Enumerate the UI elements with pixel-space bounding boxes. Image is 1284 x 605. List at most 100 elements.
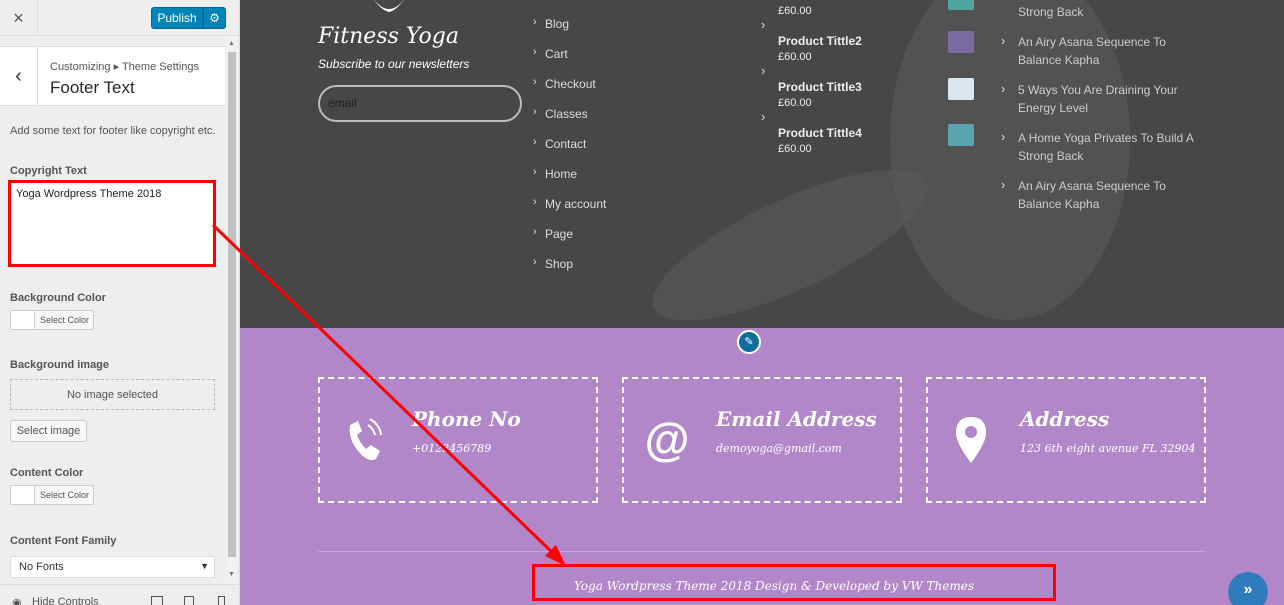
post-title[interactable]: An Airy Asana Sequence To Balance Kapha — [1018, 33, 1208, 69]
contact-title: Address — [1020, 407, 1110, 431]
contact-value: 123 6th eight avenue FL 32904 — [1020, 442, 1196, 455]
footer-menu-item[interactable]: › Blog — [533, 16, 569, 31]
chevron-right-icon: › — [1001, 129, 1006, 144]
phone-icon — [349, 418, 382, 460]
at-icon: @ — [644, 413, 690, 465]
chevron-right-icon: › — [533, 106, 537, 118]
footer-menu-item[interactable]: › Home — [533, 166, 577, 181]
post-thumbnail[interactable] — [948, 124, 974, 146]
chevron-right-icon: › — [533, 196, 537, 208]
chevron-right-icon: › — [1001, 33, 1006, 48]
contact-title: Email Address — [716, 407, 877, 431]
map-pin-icon — [956, 417, 986, 463]
collapse-icon[interactable]: ◉ — [12, 596, 22, 605]
section-description: Add some text for footer like copyright … — [10, 125, 216, 137]
newsletter-text: Subscribe to our newsletters — [318, 57, 470, 71]
content-font-select[interactable]: No Fonts ▼ — [10, 556, 215, 578]
scroll-down-icon[interactable]: ▼ — [228, 571, 235, 578]
post-thumbnail[interactable] — [948, 78, 974, 100]
footer-copyright-text: Yoga Wordpress Theme 2018 Design & Devel… — [574, 579, 974, 593]
chevron-right-icon: › — [1001, 81, 1006, 96]
contact-value: demoyoga@gmail.com — [716, 442, 842, 455]
chevron-right-icon: › — [533, 46, 537, 58]
mobile-icon[interactable] — [218, 596, 225, 605]
copyright-textarea[interactable]: Yoga Wordpress Theme 2018 — [10, 182, 214, 266]
chevron-right-icon[interactable]: › — [761, 17, 765, 32]
post-title[interactable]: 5 Ways You Are Draining Your Energy Leve… — [1018, 81, 1208, 117]
post-title[interactable]: A Home Yoga Privates To Build A Strong B… — [1018, 129, 1208, 165]
divider — [318, 551, 1206, 552]
content-color-picker[interactable]: Select Color — [10, 485, 94, 505]
footer-menu-item[interactable]: › Contact — [533, 136, 586, 151]
chevron-right-icon[interactable]: › — [761, 109, 765, 124]
chevron-right-icon: › — [533, 226, 537, 238]
chevron-right-icon: › — [533, 166, 537, 178]
chevron-right-icon[interactable]: › — [761, 63, 765, 78]
lotus-logo-icon — [374, 0, 404, 12]
breadcrumb: Customizing ▸ Theme Settings — [50, 61, 199, 73]
publish-button[interactable]: Publish — [151, 7, 203, 29]
footer-menu-item[interactable]: › Page — [533, 226, 573, 241]
product-name[interactable]: Product Tittle2 — [778, 34, 862, 48]
close-icon[interactable]: × — [0, 0, 38, 36]
post-title[interactable]: Strong Back — [1018, 3, 1208, 21]
chevron-down-icon: ▼ — [200, 561, 209, 571]
customizer-footer: ◉ Hide Controls — [0, 584, 239, 605]
product-price: £60.00 — [778, 51, 812, 63]
post-thumbnail[interactable] — [948, 0, 974, 10]
product-name[interactable]: Product Tittle3 — [778, 80, 862, 94]
select-color-text: Select Color — [40, 315, 90, 325]
hide-controls-button[interactable]: Hide Controls — [32, 596, 99, 605]
copyright-label: Copyright Text — [10, 165, 87, 177]
select-color-text: Select Color — [40, 490, 90, 500]
brand-name: Fitness Yoga — [318, 24, 459, 49]
background-color-label: Background Color — [10, 292, 106, 304]
select-image-button[interactable]: Select image — [10, 420, 87, 442]
scroll-up-icon[interactable]: ▲ — [228, 40, 235, 47]
post-thumbnail[interactable] — [948, 31, 974, 53]
gear-icon[interactable]: ⚙ — [203, 7, 226, 29]
contact-title: Phone No — [412, 407, 521, 431]
chevron-right-icon: › — [533, 136, 537, 148]
edit-pencil-icon[interactable]: ✎ — [737, 330, 761, 354]
chevron-right-icon: › — [533, 256, 537, 268]
footer-menu-item[interactable]: › Cart — [533, 46, 568, 61]
font-select-value: No Fonts — [19, 561, 64, 573]
contact-footer: ✎ Phone No +0123456789 @ Email Address d… — [240, 328, 1284, 605]
footer-widgets: Fitness Yoga Subscribe to our newsletter… — [240, 0, 1284, 328]
background-photo — [635, 140, 945, 328]
back-arrow-icon[interactable]: ‹ — [0, 47, 38, 105]
contact-box-address: Address 123 6th eight avenue FL 32904 — [926, 377, 1206, 503]
product-price: £60.00 — [778, 5, 812, 17]
section-title: Footer Text — [50, 78, 135, 97]
contact-box-phone: Phone No +0123456789 — [318, 377, 598, 503]
section-header: ‹ Customizing ▸ Theme Settings Footer Te… — [0, 46, 225, 106]
product-name[interactable]: Product Tittle4 — [778, 126, 862, 140]
footer-menu-item[interactable]: › Classes — [533, 106, 588, 121]
product-price: £60.00 — [778, 143, 812, 155]
scrollbar-thumb[interactable] — [228, 52, 236, 557]
scroll-top-icon[interactable]: » — [1228, 572, 1268, 605]
color-swatch — [11, 311, 35, 329]
contact-value: +0123456789 — [412, 442, 492, 455]
product-price: £60.00 — [778, 97, 812, 109]
chevron-right-icon: › — [533, 76, 537, 88]
background-image-label: Background image — [10, 359, 110, 371]
footer-menu-item[interactable]: › My account — [533, 196, 606, 211]
footer-menu-item[interactable]: › Checkout — [533, 76, 596, 91]
customizer-header: × Publish ⚙ — [0, 0, 239, 36]
desktop-icon[interactable] — [151, 596, 163, 605]
chevron-right-icon: › — [533, 16, 537, 28]
content-font-label: Content Font Family — [10, 535, 117, 547]
content-color-label: Content Color — [10, 467, 84, 479]
contact-box-email: @ Email Address demoyoga@gmail.com — [622, 377, 902, 503]
customizer-sidebar: × Publish ⚙ ▲ ▼ ‹ Customizing ▸ Theme Se… — [0, 0, 240, 605]
site-preview: Fitness Yoga Subscribe to our newsletter… — [240, 0, 1284, 605]
background-color-picker[interactable]: Select Color — [10, 310, 94, 330]
footer-menu-item[interactable]: › Shop — [533, 256, 573, 271]
chevron-right-icon: › — [1001, 177, 1006, 192]
no-image-placeholder: No image selected — [10, 379, 215, 410]
newsletter-email-input[interactable]: email — [318, 85, 522, 122]
post-title[interactable]: An Airy Asana Sequence To Balance Kapha — [1018, 177, 1208, 213]
tablet-icon[interactable] — [184, 596, 194, 605]
